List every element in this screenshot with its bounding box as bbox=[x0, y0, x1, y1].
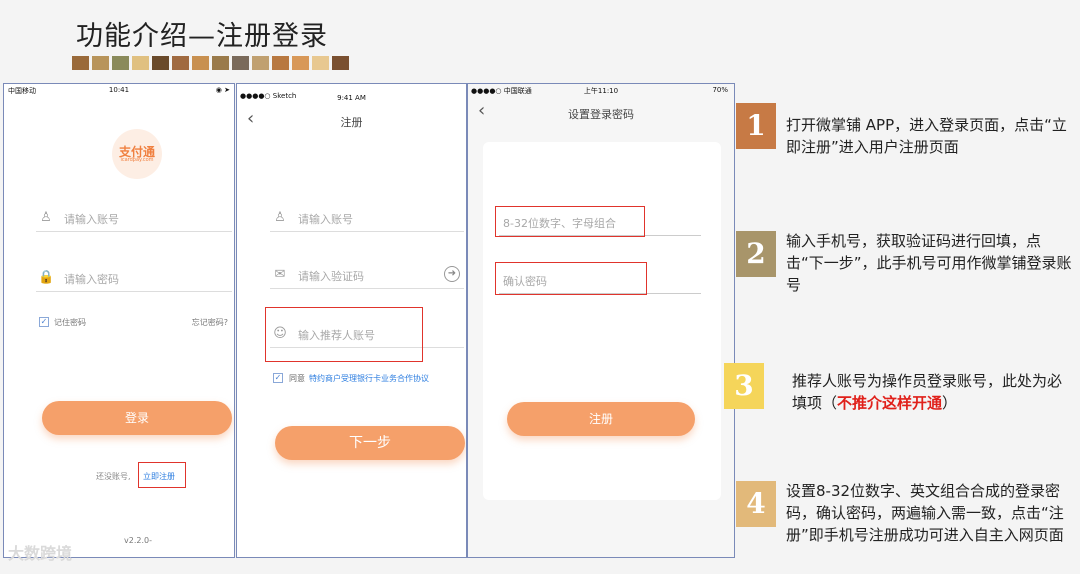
account-input[interactable]: ♙ 请输入账号 bbox=[270, 204, 464, 232]
code-placeholder: 请输入验证码 bbox=[298, 270, 364, 283]
watermark: 大数跨境 bbox=[8, 544, 73, 563]
step-badge-1: 1 bbox=[736, 103, 776, 149]
time-label: 10:41 bbox=[108, 86, 130, 94]
step-text-4: 设置8-32位数字、英文组合合成的登录密码，确认密码，两遍输入需一致，点击“注册… bbox=[786, 482, 1064, 544]
user-icon: ♙ bbox=[274, 210, 286, 225]
nav-title: 设置登录密码 bbox=[568, 108, 634, 121]
remember-checkbox[interactable]: ✓ bbox=[39, 317, 49, 327]
color-swatch bbox=[72, 56, 89, 70]
step-text-3-warning: 不推介这样开通 bbox=[837, 394, 943, 412]
logo-subtext: icardpay.com bbox=[120, 157, 154, 163]
no-account-label: 还没账号, bbox=[96, 472, 131, 481]
account-placeholder: 请输入账号 bbox=[64, 213, 119, 226]
highlight-box-password bbox=[495, 206, 645, 237]
remember-label: 记住密码 bbox=[54, 318, 86, 327]
agree-label: 同意 bbox=[289, 374, 305, 383]
color-swatch bbox=[332, 56, 349, 70]
battery-label: 70% bbox=[712, 86, 728, 94]
status-bar: ●●●●○ Sketch 9:41 AM bbox=[237, 84, 466, 102]
password-input[interactable]: 🔒 请输入密码 bbox=[36, 264, 232, 292]
lock-icon: 🔒 bbox=[38, 270, 55, 285]
app-logo: 支付通 icardpay.com bbox=[112, 129, 162, 179]
color-swatch bbox=[172, 56, 189, 70]
color-swatch bbox=[152, 56, 169, 70]
color-swatch bbox=[292, 56, 309, 70]
next-step-button[interactable]: 下一步 bbox=[275, 426, 465, 460]
step-badge-3: 3 bbox=[724, 363, 764, 409]
login-button[interactable]: 登录 bbox=[42, 401, 232, 435]
battery-icon: ◉ ➤ bbox=[215, 86, 230, 94]
account-placeholder: 请输入账号 bbox=[298, 213, 353, 226]
color-swatch bbox=[312, 56, 329, 70]
register-button[interactable]: 注册 bbox=[507, 402, 695, 436]
status-bar: 中国移动 10:41 ◉ ➤ bbox=[4, 84, 234, 98]
send-code-arrow-icon[interactable]: ➜ bbox=[444, 266, 460, 282]
verification-code-input[interactable]: ✉ 请输入验证码 ➜ bbox=[270, 261, 464, 289]
highlight-box-register bbox=[138, 462, 186, 488]
highlight-box-referrer bbox=[265, 307, 423, 362]
user-icon: ♙ bbox=[40, 210, 52, 225]
agreement-link[interactable]: 特约商户受理银行卡业务合作协议 bbox=[309, 373, 429, 384]
color-swatch bbox=[272, 56, 289, 70]
time-label: 上午11:10 bbox=[583, 87, 619, 95]
step-badge-2: 2 bbox=[736, 231, 776, 277]
nav-title: 注册 bbox=[340, 116, 363, 129]
status-bar: ●●●●○ 中国联通 上午11:10 70% bbox=[468, 84, 734, 98]
step-text-3: 推荐人账号为操作员登录账号，此处为必填项（不推介这样开通） bbox=[792, 370, 1076, 414]
step-text-3-end: ） bbox=[942, 394, 958, 412]
color-swatch-strip bbox=[72, 56, 352, 70]
phone-register-screen: ●●●●○ Sketch 9:41 AM ‹ 注册 ♙ 请输入账号 ✉ 请输入验… bbox=[236, 83, 467, 558]
highlight-box-confirm bbox=[495, 262, 647, 295]
color-swatch bbox=[92, 56, 109, 70]
color-swatch bbox=[232, 56, 249, 70]
time-label: 9:41 AM bbox=[337, 94, 366, 102]
phone-set-password-screen: ●●●●○ 中国联通 上午11:10 70% ‹ 设置登录密码 8-32位数字、… bbox=[467, 83, 735, 558]
step-text-1: 打开微掌铺 APP，进入登录页面，点击“立即注册”进入用户注册页面 bbox=[786, 116, 1067, 156]
color-swatch bbox=[192, 56, 209, 70]
mail-icon: ✉ bbox=[274, 267, 286, 282]
step-badge-4: 4 bbox=[736, 481, 776, 527]
password-card: 8-32位数字、字母组合 确认密码 注册 bbox=[483, 142, 721, 500]
slide-title: 功能介绍—注册登录 bbox=[76, 21, 328, 52]
agree-checkbox[interactable]: ✓ bbox=[273, 373, 283, 383]
color-swatch bbox=[132, 56, 149, 70]
password-placeholder: 请输入密码 bbox=[64, 273, 119, 286]
nav-bar: ‹ 设置登录密码 bbox=[468, 98, 734, 126]
phone-login-screen: 中国移动 10:41 ◉ ➤ 支付通 icardpay.com ♙ 请输入账号 … bbox=[3, 83, 235, 558]
version-label: v2.2.0- bbox=[124, 536, 152, 545]
color-swatch bbox=[212, 56, 229, 70]
account-input[interactable]: ♙ 请输入账号 bbox=[36, 204, 232, 232]
nav-bar: ‹ 注册 bbox=[237, 106, 466, 134]
step-text-2: 输入手机号，获取验证码进行回填，点击“下一步”，此手机号可用作微掌铺登录账号 bbox=[786, 232, 1072, 294]
color-swatch bbox=[252, 56, 269, 70]
color-swatch bbox=[112, 56, 129, 70]
forgot-password-link[interactable]: 忘记密码? bbox=[192, 317, 228, 328]
